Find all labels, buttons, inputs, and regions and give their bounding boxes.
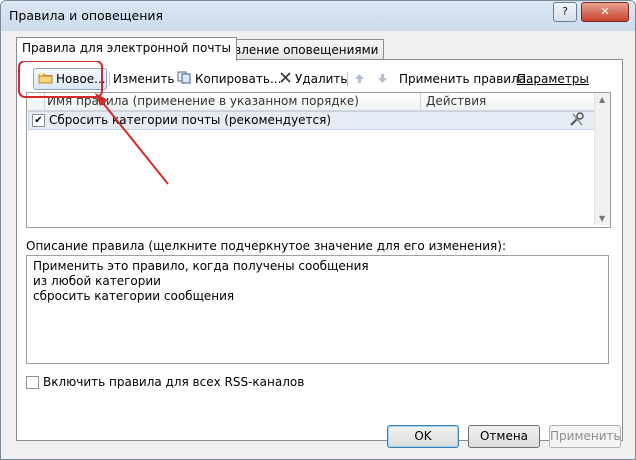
tab-email-rules[interactable]: Правила для электронной почты (16, 37, 237, 61)
annotation-arrow (95, 93, 169, 185)
